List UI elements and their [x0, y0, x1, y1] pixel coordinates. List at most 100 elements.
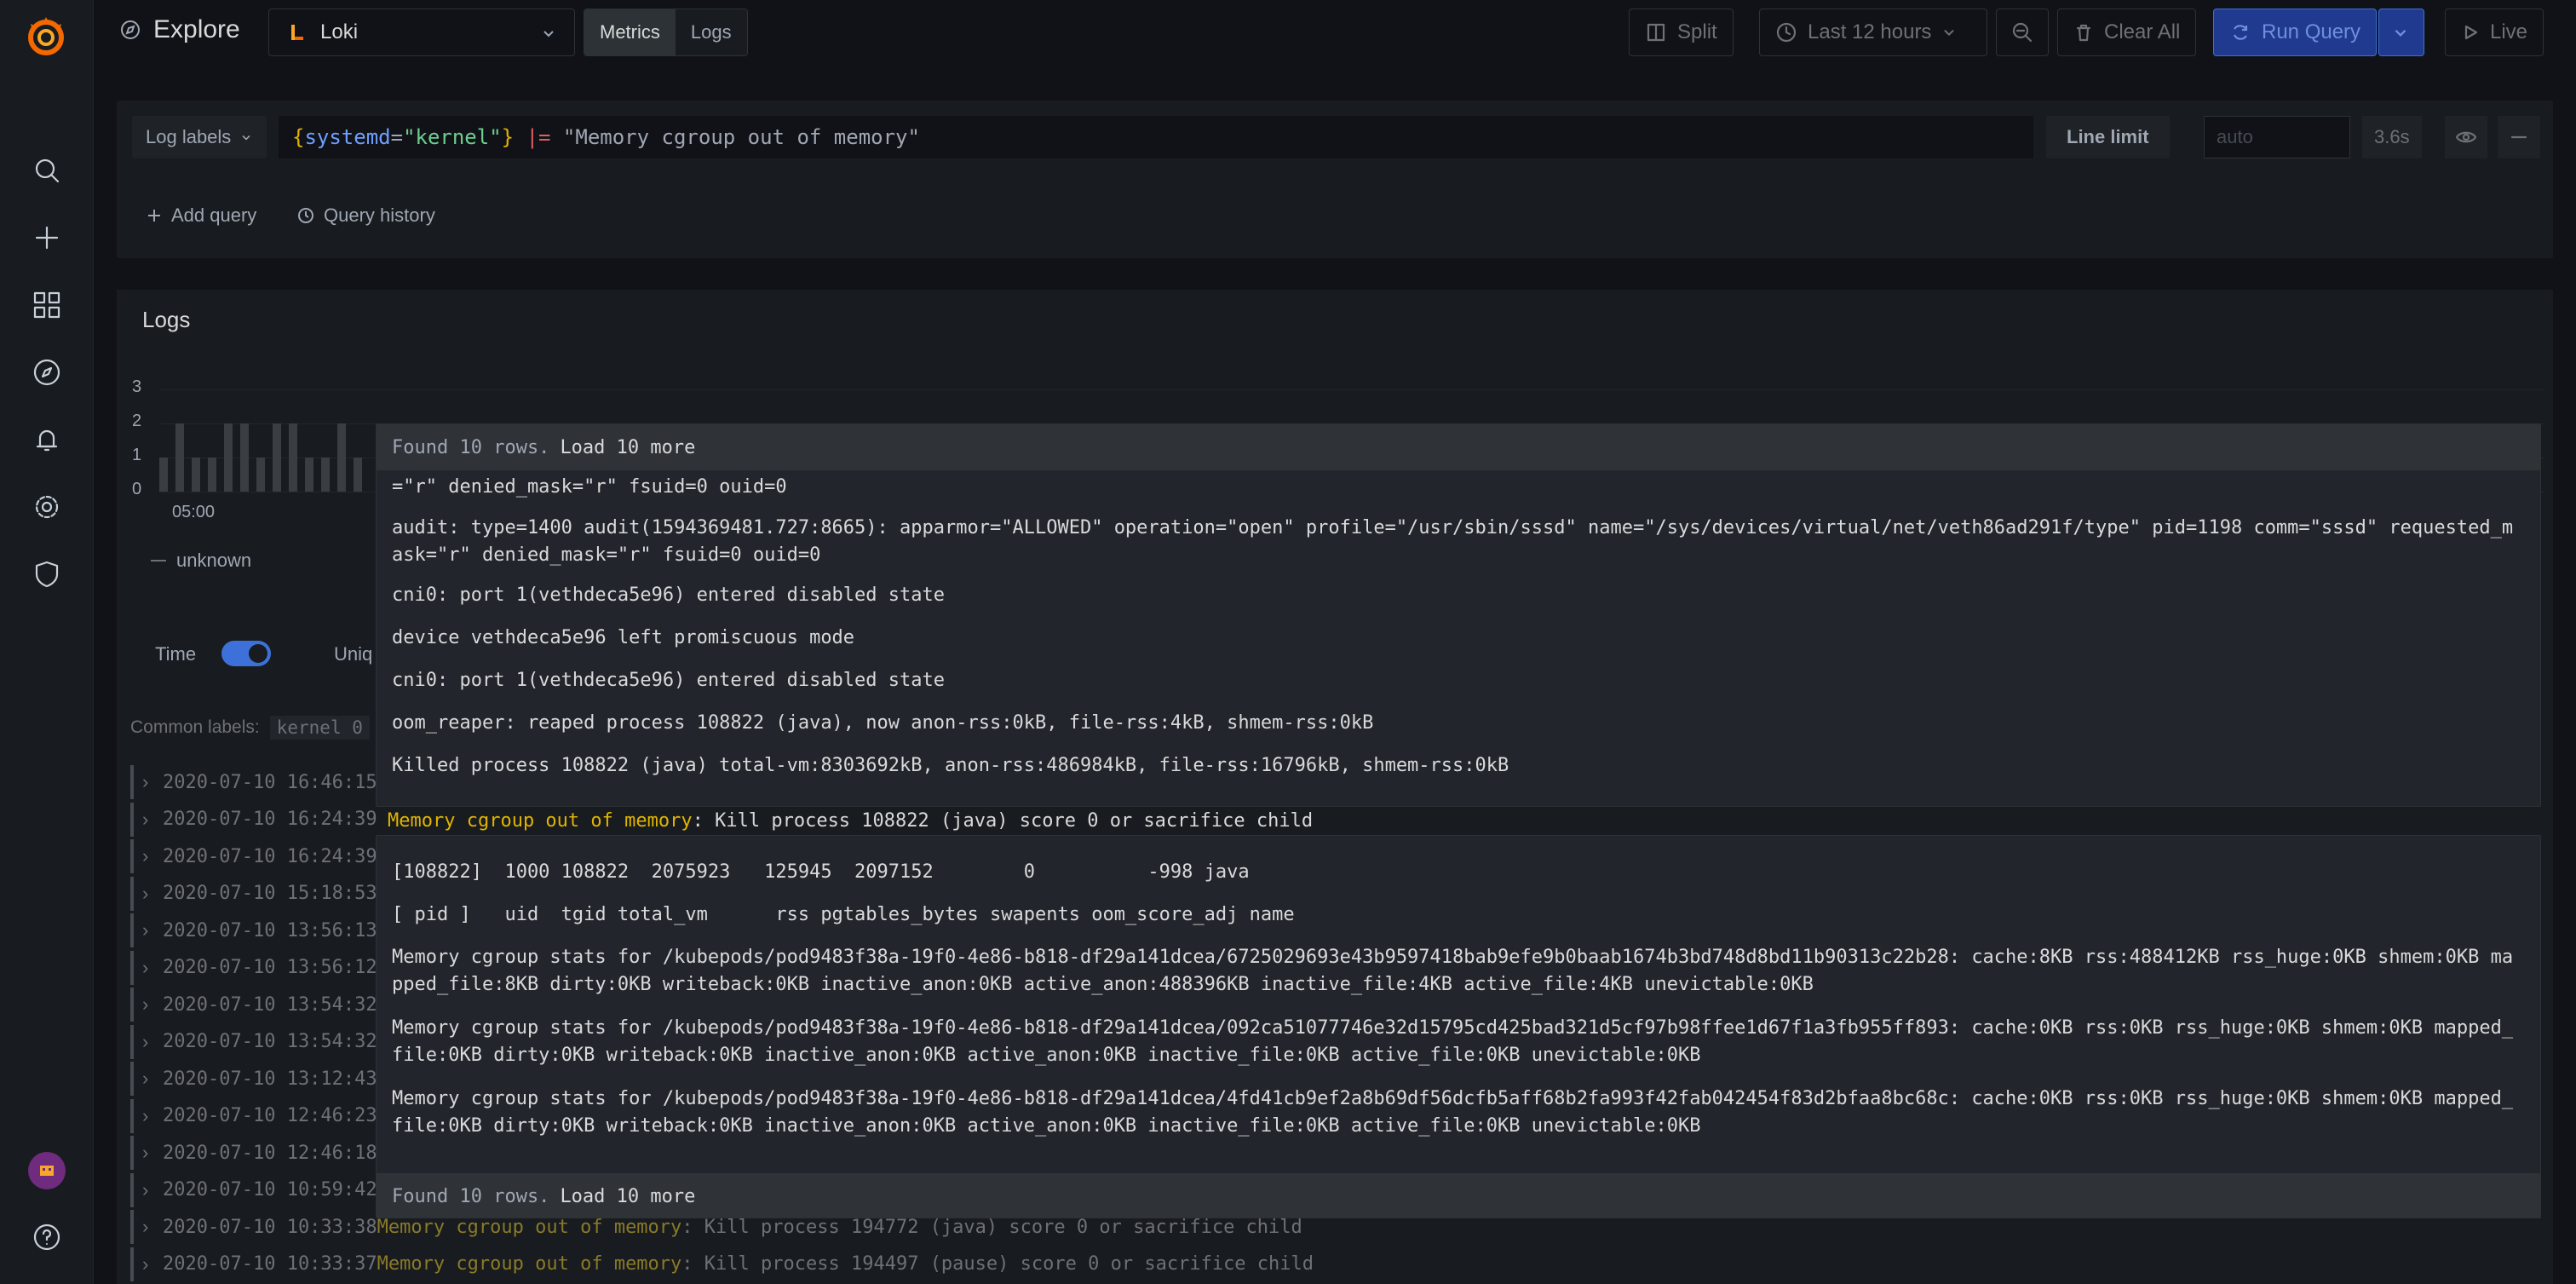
- context-log-line: Killed process 108822 (java) total-vm:83…: [392, 755, 1509, 776]
- run-query-label: Run Query: [2262, 20, 2361, 43]
- run-query-button[interactable]: Run Query: [2213, 9, 2378, 56]
- context-log-line: audit: type=1400 audit(1594369481.727:86…: [392, 517, 2514, 566]
- chevron-right-icon: ›: [142, 919, 149, 941]
- chevron-down-icon: [543, 31, 554, 37]
- common-labels-label: Common labels:: [130, 717, 260, 737]
- volume-bar: [192, 458, 200, 492]
- time-range-picker[interactable]: Last 12 hours: [1759, 9, 1987, 56]
- minus-icon: [2510, 135, 2527, 139]
- split-button[interactable]: Split: [1629, 9, 1734, 56]
- add-query-button[interactable]: Add query: [132, 194, 270, 237]
- topbar: Explore Loki Metrics Logs Split Last 12 …: [94, 0, 2576, 68]
- help-icon[interactable]: [26, 1217, 67, 1258]
- chevron-down-icon: [1944, 30, 1954, 36]
- grafana-logo-icon[interactable]: [17, 7, 75, 65]
- query-brace-close: }: [501, 125, 515, 149]
- current-line-highlight: Memory cgroup out of memory: [388, 809, 693, 832]
- page-title: Explore: [119, 15, 240, 44]
- mode-toggle: Metrics Logs: [584, 9, 748, 56]
- legend-swatch: [151, 560, 166, 561]
- context-log-line: Memory cgroup stats for /kubepods/pod948…: [392, 947, 2514, 995]
- volume-bar: [321, 458, 330, 492]
- split-icon: [1647, 23, 1665, 42]
- log-timestamp: 2020-07-10 16:24:39: [163, 809, 377, 830]
- common-label-tag: kernel 0: [269, 716, 370, 740]
- dashboards-icon[interactable]: [26, 285, 67, 325]
- gear-icon[interactable]: [26, 487, 67, 527]
- context-log-line: Memory cgroup stats for /kubepods/pod948…: [392, 1017, 2514, 1066]
- toggle-query-visibility-button[interactable]: [2445, 116, 2487, 158]
- clear-all-button[interactable]: Clear All: [2057, 9, 2197, 56]
- log-timestamp: 2020-07-10 13:56:13: [163, 919, 377, 941]
- log-row[interactable]: › 2020-07-10 10:33:37 Memory cgroup out o…: [130, 1247, 2516, 1281]
- volume-bar: [273, 423, 281, 492]
- compass-icon[interactable]: [26, 352, 67, 393]
- zoom-out-button[interactable]: [1996, 9, 2049, 56]
- log-highlight: Memory cgroup out of memory: [377, 1253, 682, 1275]
- log-timestamp: 2020-07-10 15:18:53: [163, 883, 377, 904]
- context-log-line: device vethdeca5e96 left promiscuous mod…: [392, 627, 855, 648]
- graph-legend[interactable]: unknown: [151, 550, 251, 572]
- context-log-line: ="r" denied_mask="r" fsuid=0 ouid=0: [392, 476, 787, 498]
- remove-query-button[interactable]: [2498, 116, 2540, 158]
- context-log-line: [ pid ] uid tgid total_vm rss pgtables_b…: [392, 904, 1295, 925]
- volume-bar: [256, 458, 265, 492]
- query-input[interactable]: {systemd = "kernel"} |= "Memory cgroup out…: [279, 116, 2033, 158]
- common-labels: Common labels: kernel 0: [130, 716, 370, 740]
- graph-gridline: [159, 389, 2544, 390]
- log-volume-bars: [159, 423, 362, 492]
- plus-icon: [148, 210, 160, 222]
- chevron-right-icon: ›: [142, 1178, 149, 1201]
- legend-label: unknown: [176, 550, 252, 571]
- query-editor: Log labels {systemd = "kernel"} |= "Memory…: [117, 101, 2553, 258]
- live-button[interactable]: Live: [2445, 9, 2544, 56]
- volume-bar: [159, 458, 168, 492]
- volume-bar: [240, 423, 249, 492]
- time-toggle[interactable]: [221, 641, 271, 666]
- chevron-down-icon: [2395, 29, 2406, 37]
- chevron-right-icon: ›: [142, 1252, 149, 1275]
- query-pipe-op: |=: [526, 125, 551, 149]
- logs-panel-title: Logs: [142, 307, 191, 332]
- mode-logs-button[interactable]: Logs: [675, 9, 747, 55]
- context-current-line: Memory cgroup out of memory: Kill proces…: [388, 805, 2517, 836]
- y-tick-label: 1: [132, 446, 142, 464]
- log-timestamp: 2020-07-10 13:54:32: [163, 993, 377, 1016]
- log-timestamp: 2020-07-10 13:56:12: [163, 957, 377, 978]
- chevron-right-icon: ›: [142, 956, 149, 978]
- log-timestamp: 2020-07-10 12:46:18: [163, 1142, 377, 1164]
- clear-all-label: Clear All: [2104, 20, 2181, 43]
- y-tick-label: 3: [132, 377, 142, 396]
- avatar[interactable]: [28, 1152, 66, 1189]
- chevron-right-icon: ›: [142, 845, 149, 867]
- log-timestamp: 2020-07-10 10:33:38: [163, 1216, 377, 1238]
- x-tick-label: 05:00: [172, 503, 216, 521]
- line-limit-input[interactable]: auto: [2204, 116, 2350, 158]
- query-brace-open: {: [292, 125, 305, 149]
- history-icon: [298, 208, 313, 223]
- mode-metrics-button[interactable]: Metrics: [584, 9, 676, 55]
- query-time: 3.6s: [2362, 116, 2422, 158]
- datasource-picker[interactable]: Loki: [268, 9, 575, 56]
- current-line-message: : Kill process 108822 (java) score 0 or …: [692, 809, 1314, 832]
- query-history-button[interactable]: Query history: [283, 194, 449, 237]
- context-log-line: Memory cgroup stats for /kubepods/pod948…: [392, 1088, 2514, 1137]
- load-more-link[interactable]: Load 10 more: [560, 437, 695, 458]
- chevron-right-icon: ›: [142, 1068, 149, 1089]
- plus-icon[interactable]: [26, 217, 67, 258]
- query-filter-string: "Memory cgroup out of memory": [562, 125, 920, 149]
- chevron-right-icon: ›: [142, 993, 149, 1015]
- query-label-key: systemd: [304, 125, 391, 149]
- log-timestamp: 2020-07-10 10:59:42: [163, 1179, 377, 1201]
- load-more-link[interactable]: Load 10 more: [560, 1186, 695, 1207]
- y-tick-label: 0: [132, 480, 142, 498]
- trash-icon: [2076, 24, 2091, 42]
- log-highlight: Memory cgroup out of memory: [377, 1216, 682, 1238]
- bell-icon[interactable]: [26, 419, 67, 460]
- log-labels-button[interactable]: Log labels: [132, 116, 267, 158]
- context-log-line: cni0: port 1(vethdeca5e96) entered disab…: [392, 584, 946, 606]
- search-icon[interactable]: [26, 150, 67, 191]
- sidebar: [0, 0, 94, 1284]
- shield-icon[interactable]: [26, 554, 67, 595]
- run-query-dropdown[interactable]: [2378, 9, 2424, 56]
